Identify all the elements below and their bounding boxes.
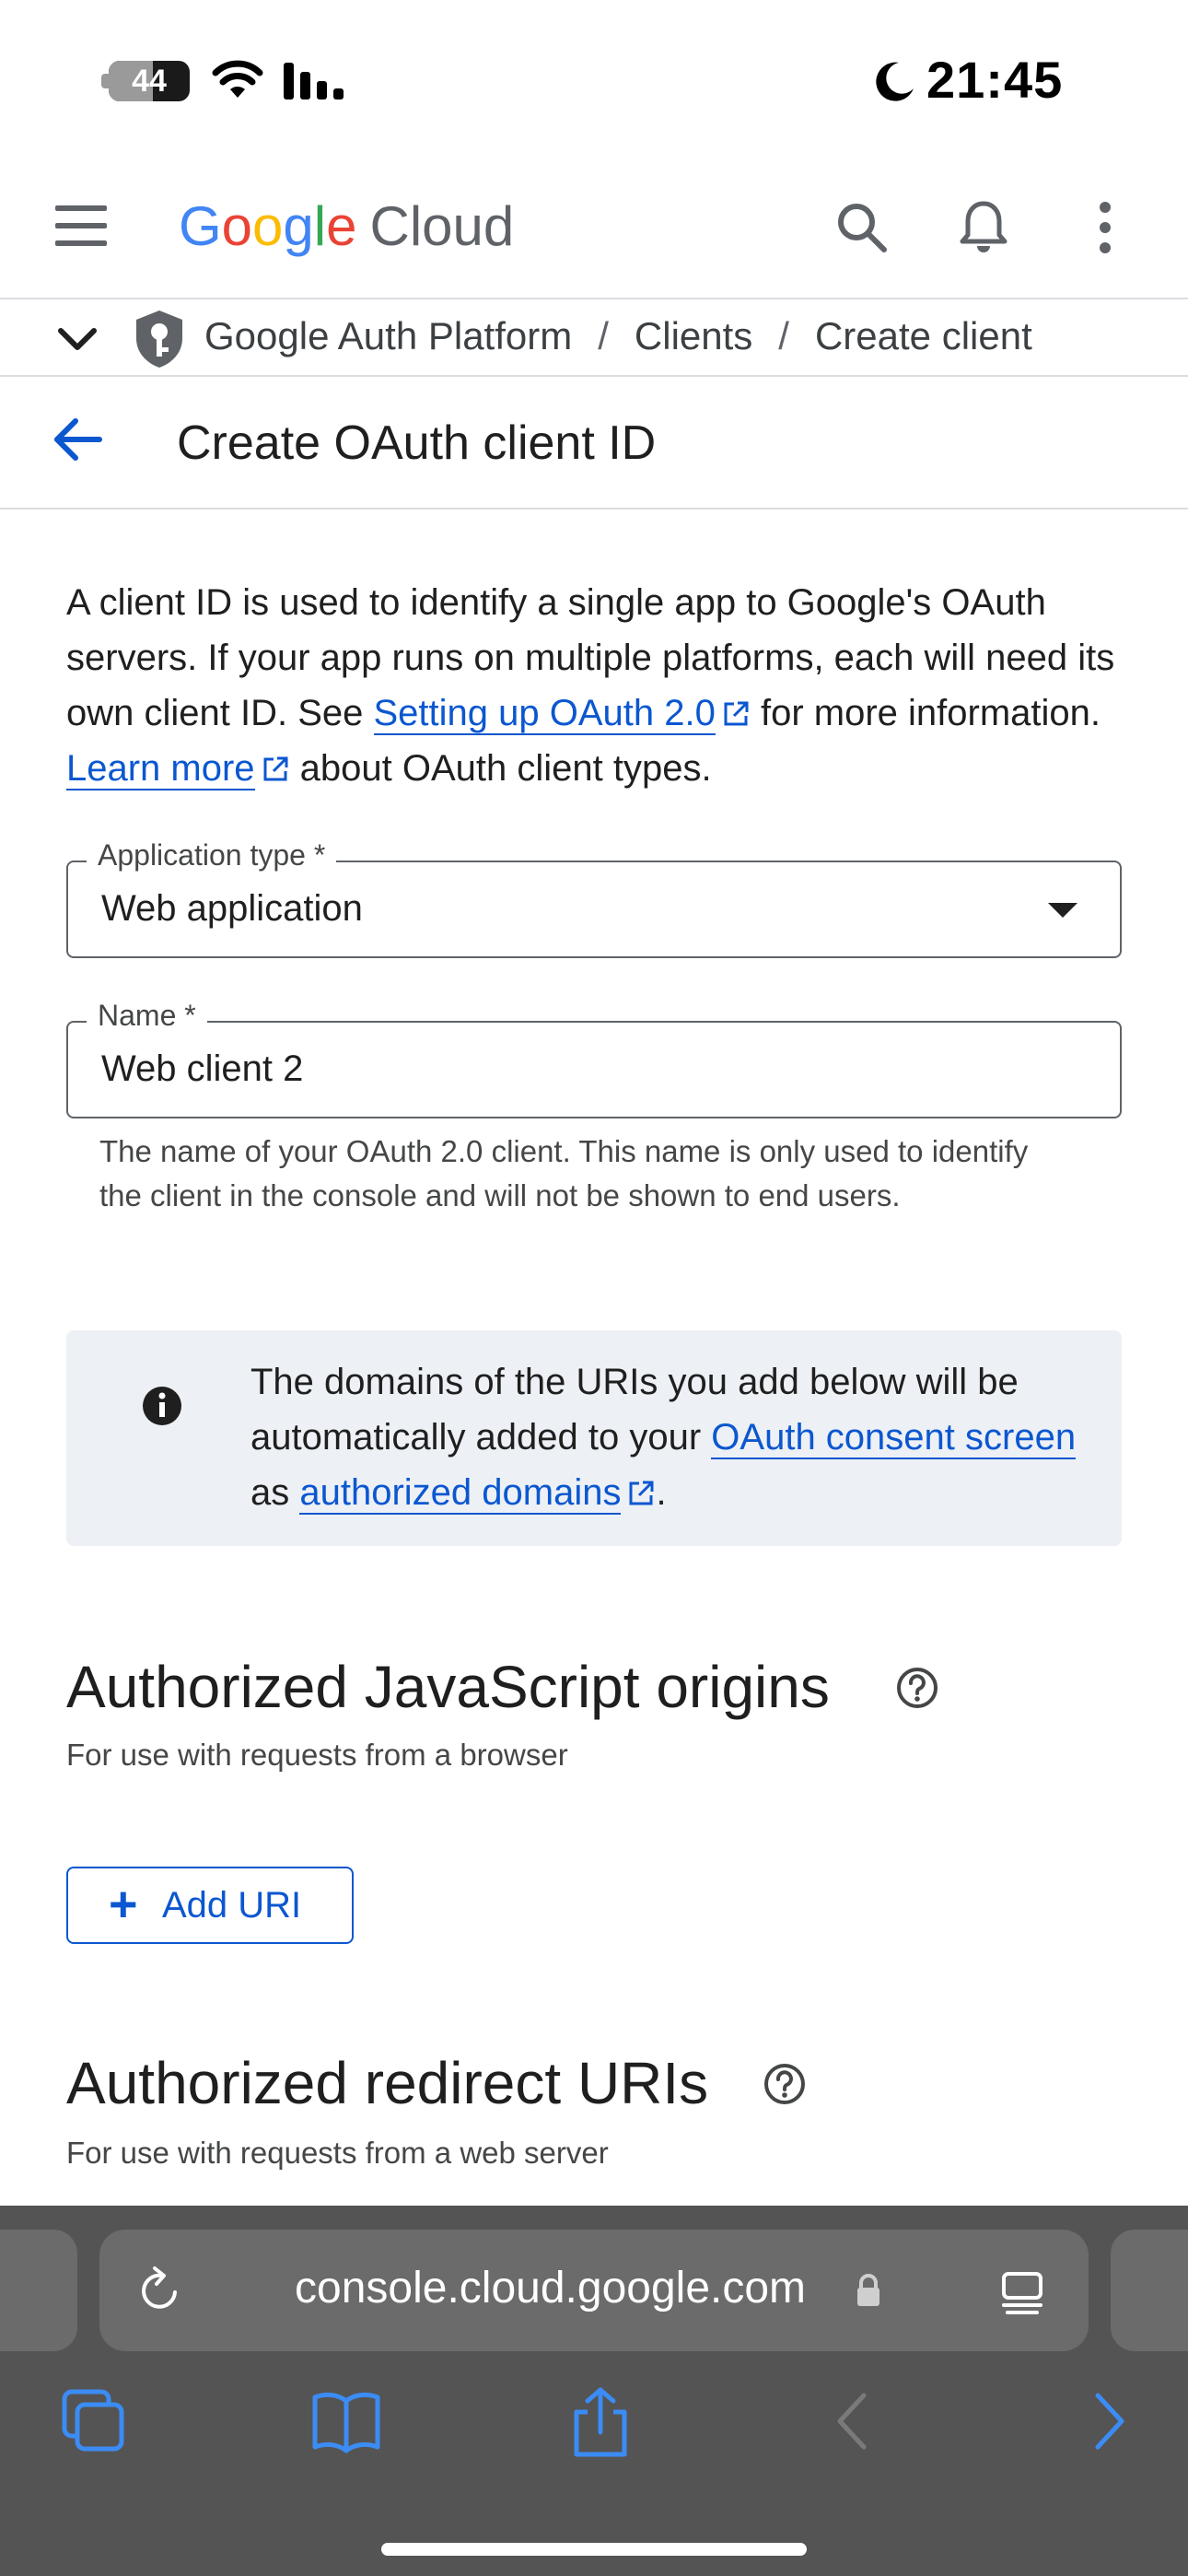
setting-up-oauth-link[interactable]: Setting up OAuth 2.0 bbox=[373, 693, 716, 735]
reload-icon[interactable] bbox=[134, 2265, 186, 2316]
next-tab[interactable] bbox=[1111, 2230, 1188, 2351]
battery-icon: 44 bbox=[109, 61, 190, 101]
app-header: Google Cloud bbox=[0, 161, 1188, 299]
intro-text: A client ID is used to identify a single… bbox=[66, 575, 1135, 796]
back-nav-icon[interactable] bbox=[829, 2386, 875, 2456]
search-icon[interactable] bbox=[833, 198, 891, 257]
name-value: Web client 2 bbox=[101, 1048, 304, 1089]
external-link-icon bbox=[724, 701, 749, 726]
intro-text-3: about OAuth client types. bbox=[289, 748, 712, 789]
home-indicator bbox=[381, 2543, 807, 2556]
more-vert-icon[interactable] bbox=[1090, 198, 1120, 257]
battery-nub bbox=[101, 74, 109, 88]
chevron-down-icon[interactable] bbox=[55, 320, 99, 360]
application-type-label: Application type * bbox=[87, 838, 337, 872]
breadcrumb-auth-platform[interactable]: Google Auth Platform bbox=[204, 314, 572, 357]
breadcrumb-separator: / bbox=[598, 314, 609, 357]
bookmarks-icon[interactable] bbox=[309, 2386, 383, 2456]
status-bar: 44 21:45 bbox=[0, 0, 1188, 161]
page-title: Create OAuth client ID bbox=[177, 416, 657, 470]
back-arrow-icon[interactable] bbox=[52, 414, 103, 465]
title-bar: Create OAuth client ID bbox=[0, 377, 1188, 509]
clock: 21:45 bbox=[926, 51, 1064, 109]
redirect-uris-subtitle: For use with requests from a web server bbox=[66, 2136, 609, 2170]
url-text: console.cloud.google.com bbox=[295, 2264, 807, 2313]
plus-icon: + bbox=[109, 1877, 138, 1932]
external-link-icon bbox=[629, 1481, 654, 1505]
breadcrumb-clients[interactable]: Clients bbox=[635, 314, 752, 357]
add-uri-button[interactable]: + Add URI bbox=[66, 1867, 354, 1944]
learn-more-link[interactable]: Learn more bbox=[66, 748, 255, 790]
previous-tab[interactable] bbox=[0, 2230, 77, 2351]
js-origins-title: Authorized JavaScript origins bbox=[66, 1654, 830, 1720]
application-type-select[interactable]: Application type * Web application bbox=[66, 838, 1122, 958]
google-cloud-logo[interactable]: Google Cloud bbox=[179, 194, 514, 258]
help-icon[interactable] bbox=[895, 1666, 939, 1710]
name-helper-text: The name of your OAuth 2.0 client. This … bbox=[99, 1134, 1029, 1212]
browser-toolbar: console.cloud.google.com bbox=[0, 2206, 1188, 2576]
wifi-icon bbox=[212, 60, 263, 98]
reader-mode-icon[interactable] bbox=[998, 2268, 1046, 2316]
forward-nav-icon[interactable] bbox=[1087, 2386, 1133, 2456]
name-label: Name * bbox=[87, 999, 207, 1033]
dropdown-arrow-icon bbox=[1048, 903, 1077, 918]
authorized-domains-link[interactable]: authorized domains bbox=[299, 1472, 622, 1515]
application-type-value: Web application bbox=[101, 888, 363, 929]
share-icon[interactable] bbox=[565, 2386, 635, 2460]
notice-text-3: . bbox=[656, 1472, 667, 1513]
help-icon[interactable] bbox=[763, 2062, 807, 2106]
oauth-consent-screen-link[interactable]: OAuth consent screen bbox=[711, 1417, 1077, 1459]
address-bar[interactable]: console.cloud.google.com bbox=[99, 2230, 1089, 2351]
lock-icon bbox=[857, 2274, 879, 2306]
battery-level: 44 bbox=[132, 64, 167, 99]
signal-icon bbox=[284, 63, 344, 100]
moon-icon bbox=[876, 62, 914, 101]
info-icon bbox=[143, 1387, 181, 1425]
external-link-icon bbox=[263, 756, 288, 781]
js-origins-subtitle: For use with requests from a browser bbox=[66, 1738, 568, 1772]
tabs-icon[interactable] bbox=[59, 2386, 129, 2456]
name-field[interactable]: Name * Web client 2 bbox=[66, 999, 1122, 1118]
shield-key-icon bbox=[136, 310, 182, 368]
notifications-icon[interactable] bbox=[954, 198, 1013, 257]
intro-text-2: for more information. bbox=[750, 693, 1101, 733]
breadcrumb: Google Auth Platform / Clients / Create clie… bbox=[0, 301, 1188, 377]
breadcrumb-separator: / bbox=[778, 314, 789, 357]
add-uri-label: Add URI bbox=[162, 1885, 302, 1926]
notice-text-2: as bbox=[250, 1472, 300, 1513]
redirect-uris-title: Authorized redirect URIs bbox=[66, 2050, 709, 2116]
menu-icon[interactable] bbox=[53, 205, 112, 257]
breadcrumb-create-client: Create client bbox=[814, 314, 1032, 357]
info-notice: The domains of the URIs you add below wi… bbox=[66, 1330, 1122, 1546]
